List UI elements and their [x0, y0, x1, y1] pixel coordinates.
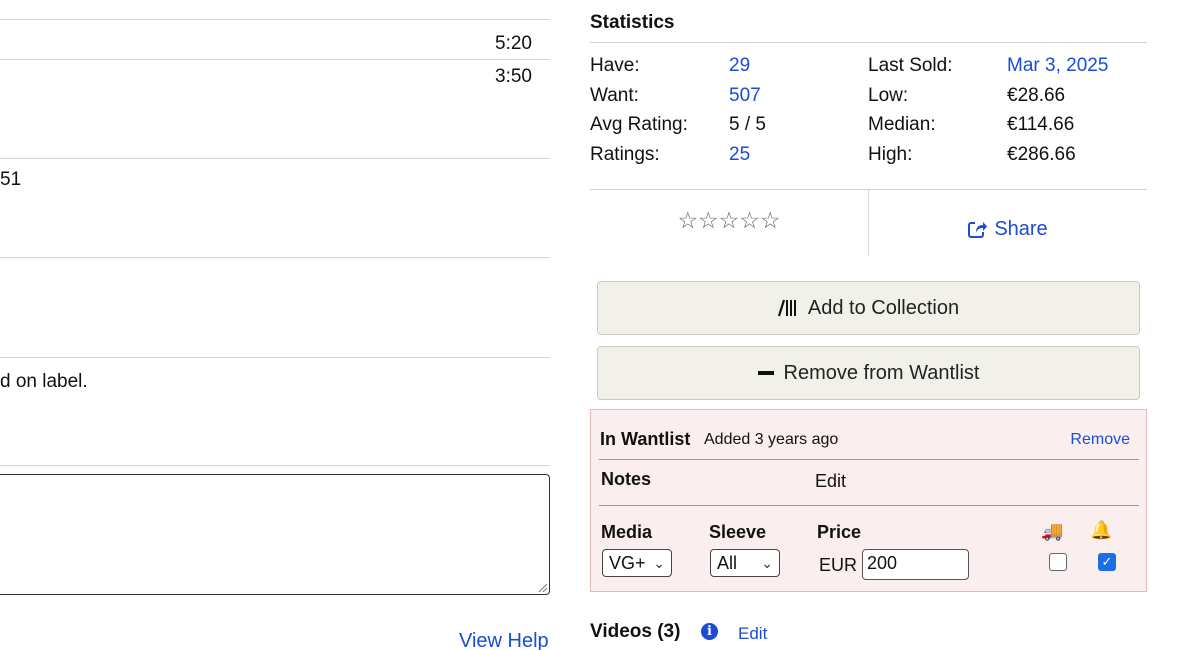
divider — [0, 357, 550, 358]
track-duration: 5:20 — [495, 33, 532, 54]
stat-value-want[interactable]: 507 — [729, 85, 868, 107]
review-textarea[interactable] — [0, 474, 550, 595]
stat-row: Ratings: 25 High: €286.66 — [590, 140, 1147, 170]
sleeve-condition-value: All — [717, 552, 738, 573]
minus-icon — [757, 370, 774, 376]
divider — [0, 158, 550, 159]
stat-label-avg-rating: Avg Rating: — [590, 114, 688, 136]
remove-from-wantlist-label: Remove from Wantlist — [783, 361, 980, 384]
price-label: Price — [817, 522, 862, 542]
divider — [599, 459, 1139, 460]
divider — [599, 505, 1139, 506]
stat-label-have: Have: — [590, 54, 640, 76]
divider — [0, 19, 550, 20]
wantlist-panel: In Wantlist Added 3 years ago Remove Not… — [590, 409, 1147, 592]
stat-row: Avg Rating: 5 / 5 Median: €114.66 — [590, 110, 1147, 140]
shipping-truck-icon: 🚚 — [1041, 521, 1064, 541]
media-condition-select[interactable]: VG+ ⌄ — [602, 549, 672, 577]
videos-heading: Videos (3) — [590, 621, 681, 642]
alert-bell-icon: 🔔 — [1090, 520, 1113, 540]
sleeve-condition-select[interactable]: All ⌄ — [710, 549, 780, 577]
stat-value-ratings[interactable]: 25 — [729, 144, 868, 166]
view-help-link[interactable]: View Help — [459, 630, 549, 650]
info-icon[interactable]: i — [701, 623, 718, 640]
price-alert-checkbox[interactable]: ✓ — [1098, 553, 1116, 571]
stat-label-want: Want: — [590, 84, 639, 106]
chevron-down-icon: ⌄ — [761, 554, 773, 571]
chevron-down-icon: ⌄ — [653, 554, 665, 571]
add-to-collection-label: Add to Collection — [807, 296, 960, 319]
stat-label-ratings: Ratings: — [590, 143, 660, 165]
star-rating-icon[interactable]: ☆☆☆☆☆ — [677, 207, 780, 234]
track-duration: 3:50 — [495, 66, 532, 87]
stat-value-last-sold[interactable]: Mar 3, 2025 — [1007, 55, 1147, 77]
divider — [0, 59, 550, 60]
share-icon — [968, 222, 988, 238]
add-to-collection-button[interactable]: Add to Collection — [597, 281, 1140, 335]
stat-label-low: Low: — [868, 84, 909, 106]
divider — [0, 465, 550, 466]
stat-value-median: €114.66 — [1007, 114, 1075, 136]
wantlist-title: In Wantlist — [600, 429, 691, 449]
wantlist-remove-link[interactable]: Remove — [1070, 431, 1130, 449]
currency-label: EUR — [819, 555, 858, 575]
wantlist-notes-edit[interactable]: Edit — [815, 471, 846, 492]
media-label: Media — [601, 522, 653, 542]
collection-icon — [777, 299, 798, 317]
videos-edit-link[interactable]: Edit — [738, 624, 767, 644]
shipping-alert-checkbox[interactable] — [1049, 553, 1067, 571]
stat-value-high: €286.66 — [1007, 143, 1076, 165]
remove-from-wantlist-button[interactable]: Remove from Wantlist — [597, 346, 1140, 400]
text-fragment: 51 — [0, 169, 22, 190]
stat-value-have[interactable]: 29 — [729, 55, 868, 77]
share-label: Share — [994, 217, 1048, 240]
rating-widget[interactable]: ☆☆☆☆☆ — [590, 190, 868, 256]
media-condition-value: VG+ — [609, 552, 646, 573]
stat-row: Want: 507 Low: €28.66 — [590, 81, 1147, 111]
stat-label-median: Median: — [868, 114, 936, 136]
stat-label-last-sold: Last Sold: — [868, 54, 953, 76]
stat-value-avg-rating: 5 / 5 — [729, 114, 766, 136]
wantlist-notes-label: Notes — [601, 469, 652, 489]
stat-value-low: €28.66 — [1007, 84, 1066, 106]
statistics-grid: Have: 29 Last Sold: Mar 3, 2025 Want: 50… — [590, 51, 1147, 170]
stat-label-high: High: — [868, 143, 913, 165]
divider — [590, 42, 1147, 43]
stat-row: Have: 29 Last Sold: Mar 3, 2025 — [590, 51, 1147, 81]
text-fragment: d on label. — [0, 371, 88, 392]
wantlist-added-date: Added 3 years ago — [704, 431, 839, 448]
share-button[interactable]: Share — [869, 190, 1147, 268]
sleeve-label: Sleeve — [709, 522, 767, 542]
price-input[interactable]: 200 — [862, 549, 969, 580]
resize-handle-icon[interactable] — [537, 582, 547, 592]
divider — [0, 257, 550, 258]
statistics-title: Statistics — [590, 12, 675, 33]
